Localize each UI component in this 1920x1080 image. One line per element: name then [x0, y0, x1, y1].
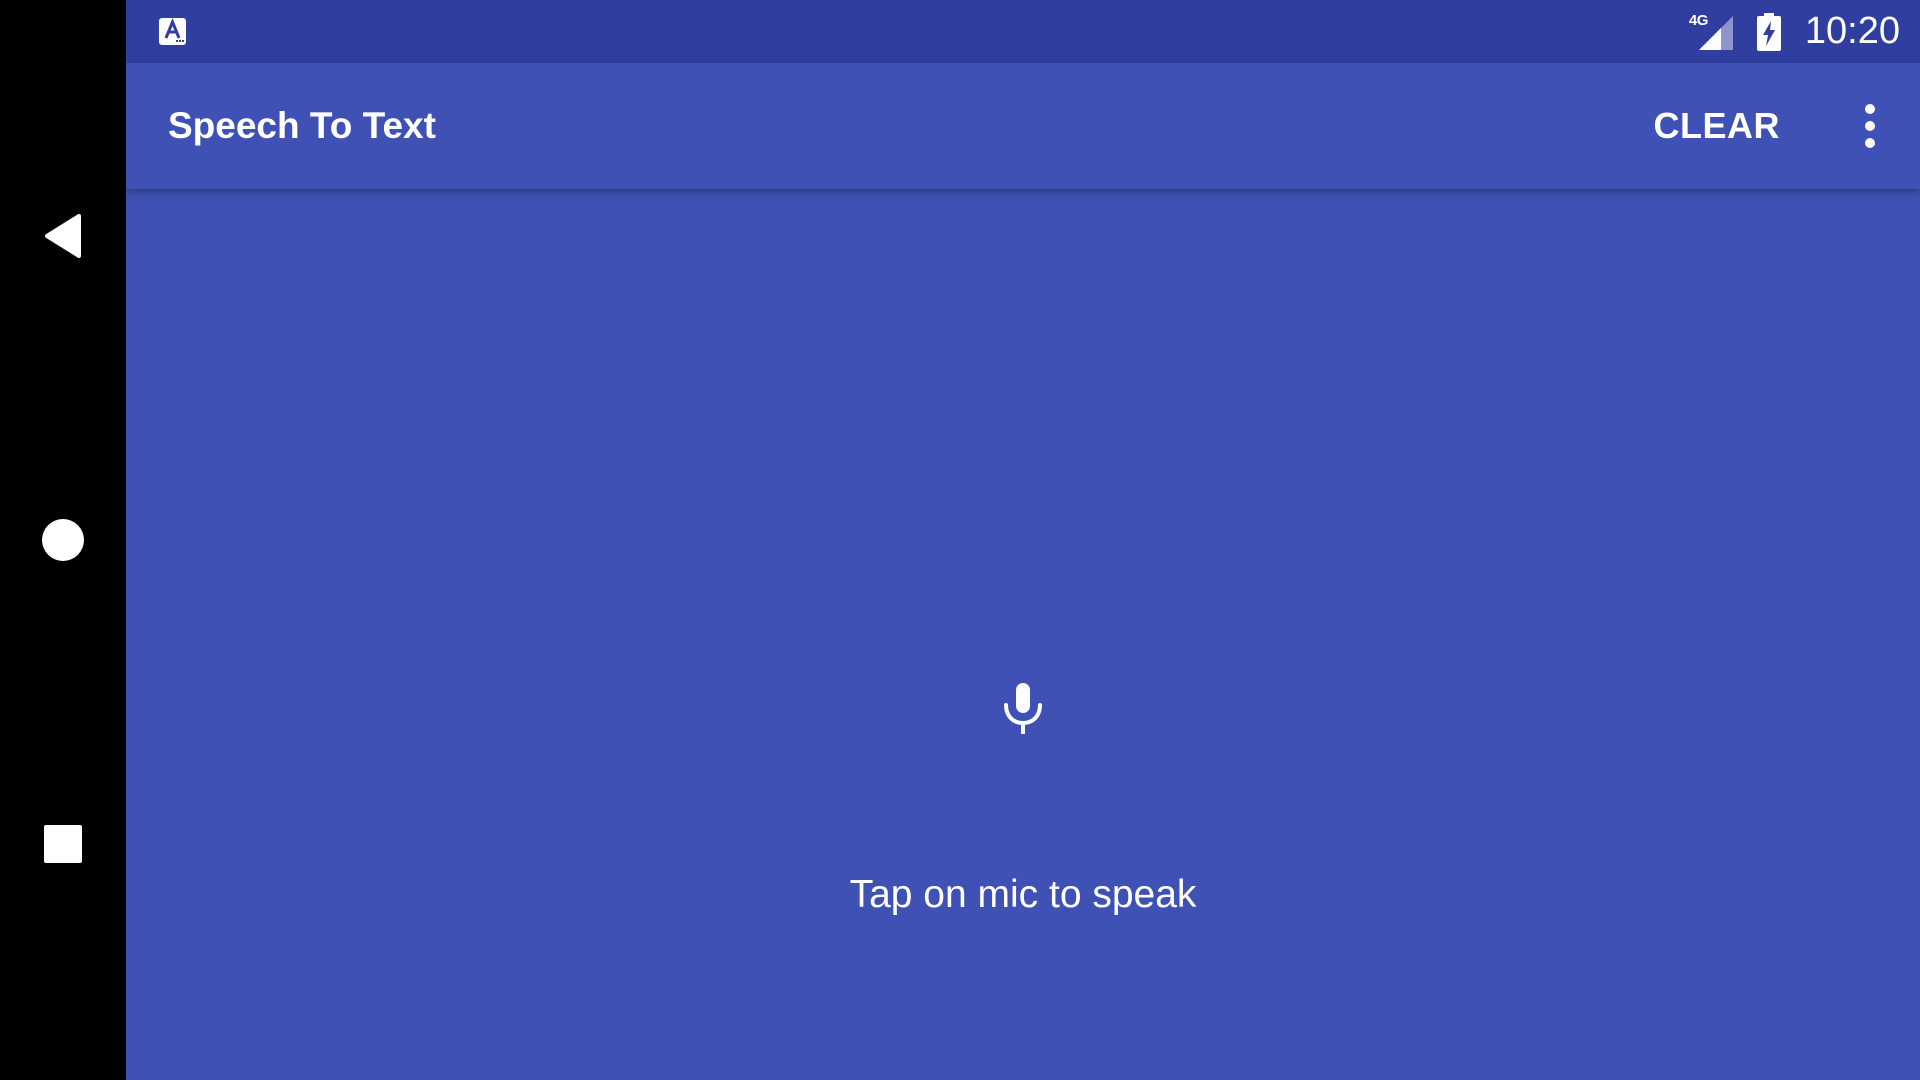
- nav-recents-button[interactable]: [0, 784, 126, 904]
- recents-square-icon: [44, 825, 82, 863]
- home-circle-icon: [42, 519, 84, 561]
- more-vert-icon: [1865, 104, 1875, 148]
- main-content: Tap on mic to speak: [126, 189, 1920, 1080]
- status-bar: 4G 10:20: [126, 0, 1920, 63]
- speak-hint-text: Tap on mic to speak: [849, 873, 1197, 916]
- overflow-menu-button[interactable]: [1840, 96, 1900, 156]
- nav-back-button[interactable]: [0, 176, 126, 296]
- microphone-button[interactable]: [983, 669, 1063, 749]
- system-navigation-bar: [0, 0, 126, 1080]
- back-triangle-icon: [45, 214, 81, 258]
- app-title: Speech To Text: [168, 105, 436, 146]
- app-window: 4G 10:20 Speech To Text CLEAR Tap on mic…: [126, 0, 1920, 1080]
- clear-button[interactable]: CLEAR: [1634, 63, 1801, 189]
- signal-indicator: 4G: [1689, 12, 1735, 52]
- battery-charging-icon: [1756, 12, 1781, 51]
- status-clock: 10:20: [1804, 10, 1900, 52]
- microphone-icon: [1004, 683, 1042, 734]
- text-a-icon: [159, 18, 186, 45]
- cell-signal-icon: [1698, 15, 1733, 50]
- device-screen: 4G 10:20 Speech To Text CLEAR Tap on mic…: [0, 0, 1920, 1080]
- app-toolbar: Speech To Text CLEAR: [126, 63, 1920, 189]
- status-icons: 4G 10:20: [1689, 0, 1900, 63]
- nav-home-button[interactable]: [0, 480, 126, 600]
